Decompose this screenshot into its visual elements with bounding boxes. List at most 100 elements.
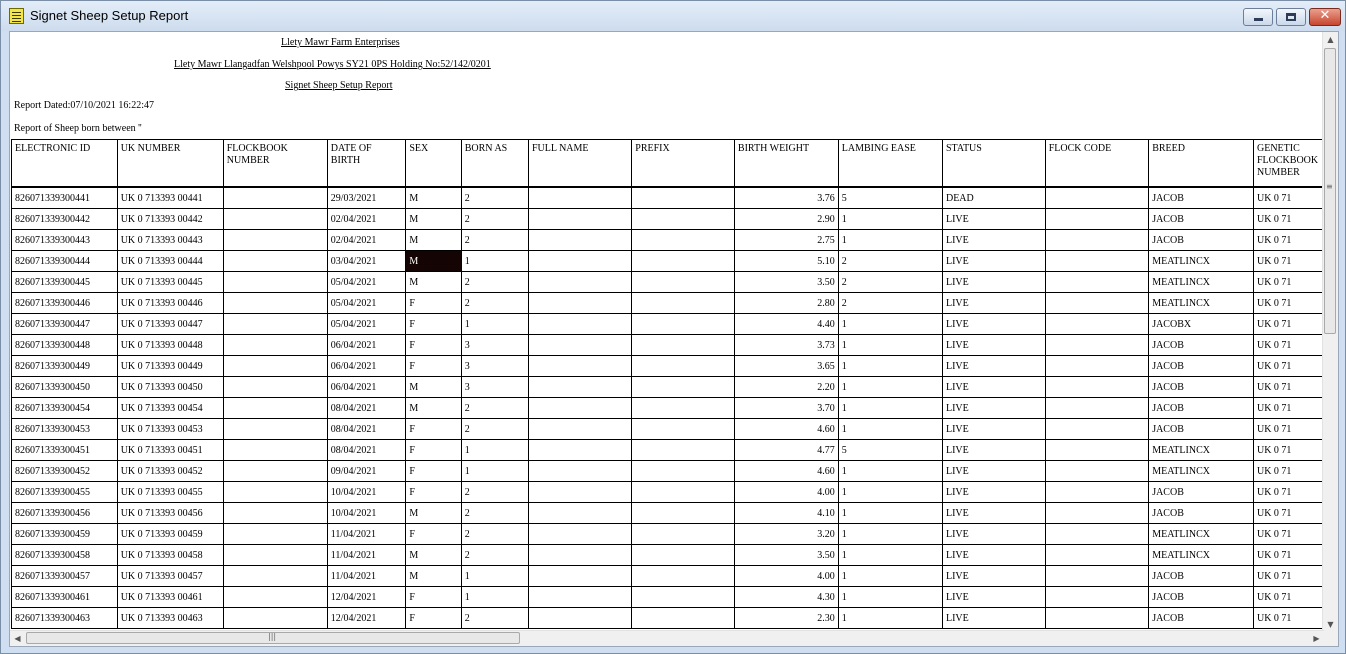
cell-born-as[interactable]: 2 [460,481,529,503]
table-row[interactable]: 826071339300457 UK 0 713393 00457 11/04/20… [11,565,1324,587]
cell-born-as[interactable]: 2 [460,607,529,629]
cell-date-of-birth[interactable]: 06/04/2021 [326,355,407,377]
cell-electronic-id[interactable]: 826071339300463 [11,607,118,629]
cell-sex[interactable]: M [405,229,462,251]
cell-prefix[interactable] [631,418,735,440]
cell-sex[interactable]: F [405,439,462,461]
cell-prefix[interactable] [631,397,735,419]
cell-status[interactable]: LIVE [941,313,1046,335]
cell-born-as[interactable]: 2 [460,544,529,566]
cell-status[interactable]: LIVE [941,250,1046,272]
cell-genetic-flockbook-number[interactable]: UK 0 71 [1252,334,1324,356]
cell-sex[interactable]: F [405,460,462,482]
cell-electronic-id[interactable]: 826071339300456 [11,502,118,524]
cell-sex[interactable]: F [405,313,462,335]
table-row[interactable]: 826071339300450 UK 0 713393 00450 06/04/20… [11,376,1324,398]
cell-status[interactable]: LIVE [941,481,1046,503]
cell-full-name[interactable] [527,460,633,482]
cell-date-of-birth[interactable]: 11/04/2021 [326,544,407,566]
cell-breed[interactable]: JACOB [1148,607,1254,629]
cell-electronic-id[interactable]: 826071339300450 [11,376,118,398]
table-row[interactable]: 826071339300455 UK 0 713393 00455 10/04/20… [11,481,1324,503]
cell-born-as[interactable]: 2 [460,271,529,293]
cell-status[interactable]: LIVE [941,502,1046,524]
cell-flockbook-number[interactable] [222,250,328,272]
cell-flock-code[interactable] [1044,460,1150,482]
cell-status[interactable]: LIVE [941,271,1046,293]
cell-breed[interactable]: MEATLINCX [1148,439,1254,461]
cell-flockbook-number[interactable] [222,208,328,230]
cell-born-as[interactable]: 1 [460,565,529,587]
cell-birth-weight[interactable]: 2.90 [733,208,839,230]
cell-date-of-birth[interactable]: 06/04/2021 [326,376,407,398]
cell-status[interactable]: LIVE [941,229,1046,251]
cell-electronic-id[interactable]: 826071339300447 [11,313,118,335]
cell-status[interactable]: LIVE [941,355,1046,377]
table-row[interactable]: 826071339300446 UK 0 713393 00446 05/04/20… [11,292,1324,314]
cell-birth-weight[interactable]: 3.50 [733,271,839,293]
cell-electronic-id[interactable]: 826071339300448 [11,334,118,356]
cell-flock-code[interactable] [1044,313,1150,335]
cell-born-as[interactable]: 1 [460,439,529,461]
scroll-down-arrow-icon[interactable]: ▼ [1323,617,1338,632]
cell-uk-number[interactable]: UK 0 713393 00441 [116,186,224,209]
cell-flockbook-number[interactable] [222,439,328,461]
cell-lambing-ease[interactable]: 2 [837,250,943,272]
cell-genetic-flockbook-number[interactable]: UK 0 71 [1252,208,1324,230]
cell-status[interactable]: LIVE [941,565,1046,587]
cell-date-of-birth[interactable]: 12/04/2021 [326,586,407,608]
cell-full-name[interactable] [527,208,633,230]
cell-genetic-flockbook-number[interactable]: UK 0 71 [1252,460,1324,482]
cell-breed[interactable]: MEATLINCX [1148,271,1254,293]
cell-full-name[interactable] [527,334,633,356]
table-row[interactable]: 826071339300445 UK 0 713393 00445 05/04/20… [11,271,1324,293]
cell-full-name[interactable] [527,502,633,524]
cell-prefix[interactable] [631,186,735,209]
cell-flockbook-number[interactable] [222,607,328,629]
cell-genetic-flockbook-number[interactable]: UK 0 71 [1252,523,1324,545]
cell-born-as[interactable]: 2 [460,523,529,545]
cell-sex[interactable]: M [405,544,462,566]
cell-date-of-birth[interactable]: 08/04/2021 [326,418,407,440]
cell-sex[interactable]: F [405,523,462,545]
cell-birth-weight[interactable]: 2.30 [733,607,839,629]
cell-electronic-id[interactable]: 826071339300446 [11,292,118,314]
cell-lambing-ease[interactable]: 1 [837,208,943,230]
cell-breed[interactable]: JACOB [1148,397,1254,419]
cell-breed[interactable]: MEATLINCX [1148,292,1254,314]
cell-flockbook-number[interactable] [222,544,328,566]
cell-uk-number[interactable]: UK 0 713393 00447 [116,313,224,335]
cell-uk-number[interactable]: UK 0 713393 00459 [116,523,224,545]
cell-prefix[interactable] [631,586,735,608]
cell-breed[interactable]: JACOB [1148,334,1254,356]
cell-electronic-id[interactable]: 826071339300444 [11,250,118,272]
cell-full-name[interactable] [527,186,633,209]
cell-status[interactable]: LIVE [941,586,1046,608]
cell-birth-weight[interactable]: 2.75 [733,229,839,251]
cell-electronic-id[interactable]: 826071339300449 [11,355,118,377]
cell-date-of-birth[interactable]: 03/04/2021 [326,250,407,272]
cell-lambing-ease[interactable]: 1 [837,607,943,629]
cell-flockbook-number[interactable] [222,481,328,503]
cell-uk-number[interactable]: UK 0 713393 00452 [116,460,224,482]
cell-lambing-ease[interactable]: 1 [837,460,943,482]
cell-flockbook-number[interactable] [222,460,328,482]
cell-flockbook-number[interactable] [222,586,328,608]
cell-lambing-ease[interactable]: 2 [837,292,943,314]
cell-full-name[interactable] [527,439,633,461]
cell-breed[interactable]: MEATLINCX [1148,523,1254,545]
cell-flockbook-number[interactable] [222,355,328,377]
cell-sex[interactable]: M [405,397,462,419]
cell-genetic-flockbook-number[interactable]: UK 0 71 [1252,186,1324,209]
cell-full-name[interactable] [527,313,633,335]
cell-uk-number[interactable]: UK 0 713393 00453 [116,418,224,440]
cell-uk-number[interactable]: UK 0 713393 00442 [116,208,224,230]
vertical-scroll-thumb[interactable] [1324,48,1336,334]
cell-born-as[interactable]: 2 [460,502,529,524]
cell-flockbook-number[interactable] [222,397,328,419]
cell-breed[interactable]: MEATLINCX [1148,544,1254,566]
cell-flock-code[interactable] [1044,502,1150,524]
cell-born-as[interactable]: 2 [460,292,529,314]
cell-flock-code[interactable] [1044,607,1150,629]
cell-flock-code[interactable] [1044,208,1150,230]
